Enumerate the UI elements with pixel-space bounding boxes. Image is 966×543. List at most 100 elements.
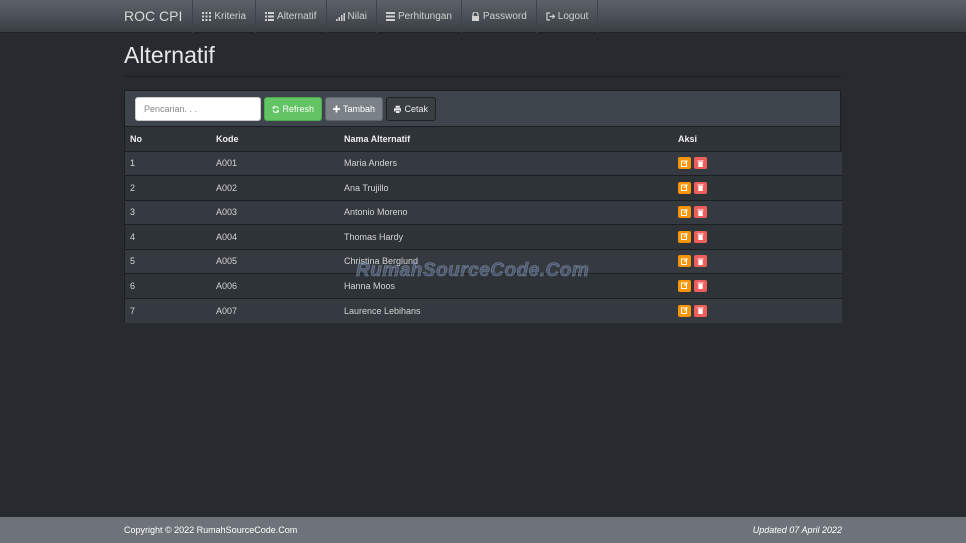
table-row: 4 A004 Thomas Hardy — [125, 224, 842, 249]
table-row: 1 A001 Maria Anders — [125, 150, 842, 176]
cell-kode: A005 — [211, 248, 339, 274]
print-icon — [394, 105, 402, 113]
trash-icon — [697, 209, 704, 216]
cell-kode: A004 — [211, 224, 339, 249]
nav-label-logout: Logout — [557, 11, 589, 22]
header-no: No — [125, 127, 211, 152]
nav-item-perhitungan[interactable]: Perhitungan — [375, 0, 461, 33]
alternatif-table: No Kode Nama Alternatif Aksi 1 A001 Mari… — [125, 127, 842, 323]
edit-icon — [681, 184, 688, 192]
nav-item-password[interactable]: Password — [460, 0, 536, 33]
cetak-button[interactable]: Cetak — [386, 97, 436, 121]
cell-kode: A002 — [211, 175, 339, 200]
delete-button[interactable] — [694, 255, 707, 268]
cell-kode: A001 — [211, 150, 339, 176]
trash-icon — [697, 233, 704, 241]
signal-icon — [335, 13, 345, 21]
edit-icon — [681, 307, 688, 314]
cell-aksi — [673, 150, 842, 176]
cell-no: 3 — [125, 199, 211, 225]
cell-aksi — [673, 273, 842, 298]
page-title: Alternatif — [124, 42, 215, 68]
trash-icon — [697, 184, 704, 192]
delete-button[interactable] — [694, 206, 707, 219]
nav-item-logout[interactable]: Logout — [535, 0, 599, 33]
table-row: 7 A007 Laurence Lebihans — [125, 297, 842, 323]
edit-icon — [681, 233, 688, 241]
cell-nama: Laurence Lebihans — [339, 297, 673, 323]
nav-item-alternatif[interactable]: Alternatif — [255, 0, 325, 33]
refresh-icon — [272, 105, 279, 113]
delete-button[interactable] — [694, 279, 707, 292]
plus-icon — [333, 105, 340, 113]
cell-no: 2 — [125, 175, 211, 200]
cell-no: 7 — [125, 297, 211, 323]
tambah-button[interactable]: Tambah — [325, 97, 383, 121]
grid-icon — [202, 12, 212, 21]
edit-button[interactable] — [678, 157, 691, 170]
cell-no: 5 — [125, 248, 211, 274]
cell-aksi — [673, 248, 842, 274]
table-icon — [385, 12, 395, 21]
cell-aksi — [673, 175, 842, 200]
trash-icon — [697, 282, 704, 290]
lock-icon — [471, 12, 479, 21]
delete-button[interactable] — [694, 157, 707, 170]
header-nama: Nama Alternatif — [339, 127, 673, 152]
nav-item-kriteria[interactable]: Kriteria — [192, 0, 255, 33]
brand-link[interactable]: ROC CPI — [114, 0, 192, 33]
tambah-label: Tambah — [342, 104, 375, 114]
nav-item-nilai[interactable]: Nilai — [325, 0, 376, 33]
navbar: ROC CPI Kriteria Alternatif Nilai Perhit… — [0, 0, 966, 33]
nav-label-perhitungan: Perhitungan — [397, 11, 452, 22]
nav-label-nilai: Nilai — [347, 11, 367, 22]
cell-nama: Christina Berglund — [339, 248, 673, 274]
edit-button[interactable] — [678, 206, 691, 219]
edit-button[interactable] — [678, 230, 691, 243]
search-input[interactable] — [135, 97, 261, 121]
edit-icon — [681, 282, 688, 290]
toolbar: Refresh Tambah Cetak — [125, 91, 840, 127]
refresh-button[interactable]: Refresh — [264, 97, 322, 121]
edit-button[interactable] — [678, 181, 691, 194]
footer: Copyright © 2022 RumahSourceCode.Com Upd… — [0, 517, 966, 543]
cell-nama: Maria Anders — [339, 150, 673, 176]
delete-button[interactable] — [694, 230, 707, 243]
alternatif-panel: Refresh Tambah Cetak No Kode Nama Altern… — [124, 90, 842, 323]
cell-no: 6 — [125, 273, 211, 298]
cell-nama: Ana Trujillo — [339, 175, 673, 200]
list-icon — [265, 12, 275, 21]
delete-button[interactable] — [694, 181, 707, 194]
cell-nama: Antonio Moreno — [339, 199, 673, 225]
cell-aksi — [673, 297, 842, 323]
edit-button[interactable] — [678, 304, 691, 317]
delete-button[interactable] — [694, 304, 707, 317]
nav-label-alternatif: Alternatif — [277, 11, 317, 22]
nav-label-kriteria: Kriteria — [214, 11, 247, 22]
cetak-label: Cetak — [404, 104, 428, 114]
header-aksi: Aksi — [673, 127, 842, 152]
trash-icon — [697, 258, 704, 265]
edit-button[interactable] — [678, 279, 691, 292]
navbar-inner: ROC CPI Kriteria Alternatif Nilai Perhit… — [114, 0, 599, 33]
refresh-label: Refresh — [282, 104, 314, 114]
title-divider — [124, 76, 841, 77]
cell-kode: A007 — [211, 297, 339, 323]
footer-updated: Updated 07 April 2022 — [752, 525, 842, 535]
edit-icon — [681, 208, 688, 216]
cell-kode: A006 — [211, 273, 339, 298]
footer-copyright: Copyright © 2022 RumahSourceCode.Com — [124, 525, 298, 535]
nav-label-password: Password — [482, 11, 527, 22]
cell-no: 4 — [125, 224, 211, 249]
cell-aksi — [673, 224, 842, 249]
edit-icon — [681, 257, 688, 265]
table-header-row: No Kode Nama Alternatif Aksi — [125, 127, 842, 152]
cell-nama: Hanna Moos — [339, 273, 673, 298]
edit-icon — [681, 159, 688, 167]
trash-icon — [697, 160, 704, 167]
header-kode: Kode — [211, 127, 339, 152]
trash-icon — [697, 307, 704, 314]
table-row: 6 A006 Hanna Moos — [125, 273, 842, 298]
cell-no: 1 — [125, 150, 211, 176]
edit-button[interactable] — [678, 255, 691, 268]
